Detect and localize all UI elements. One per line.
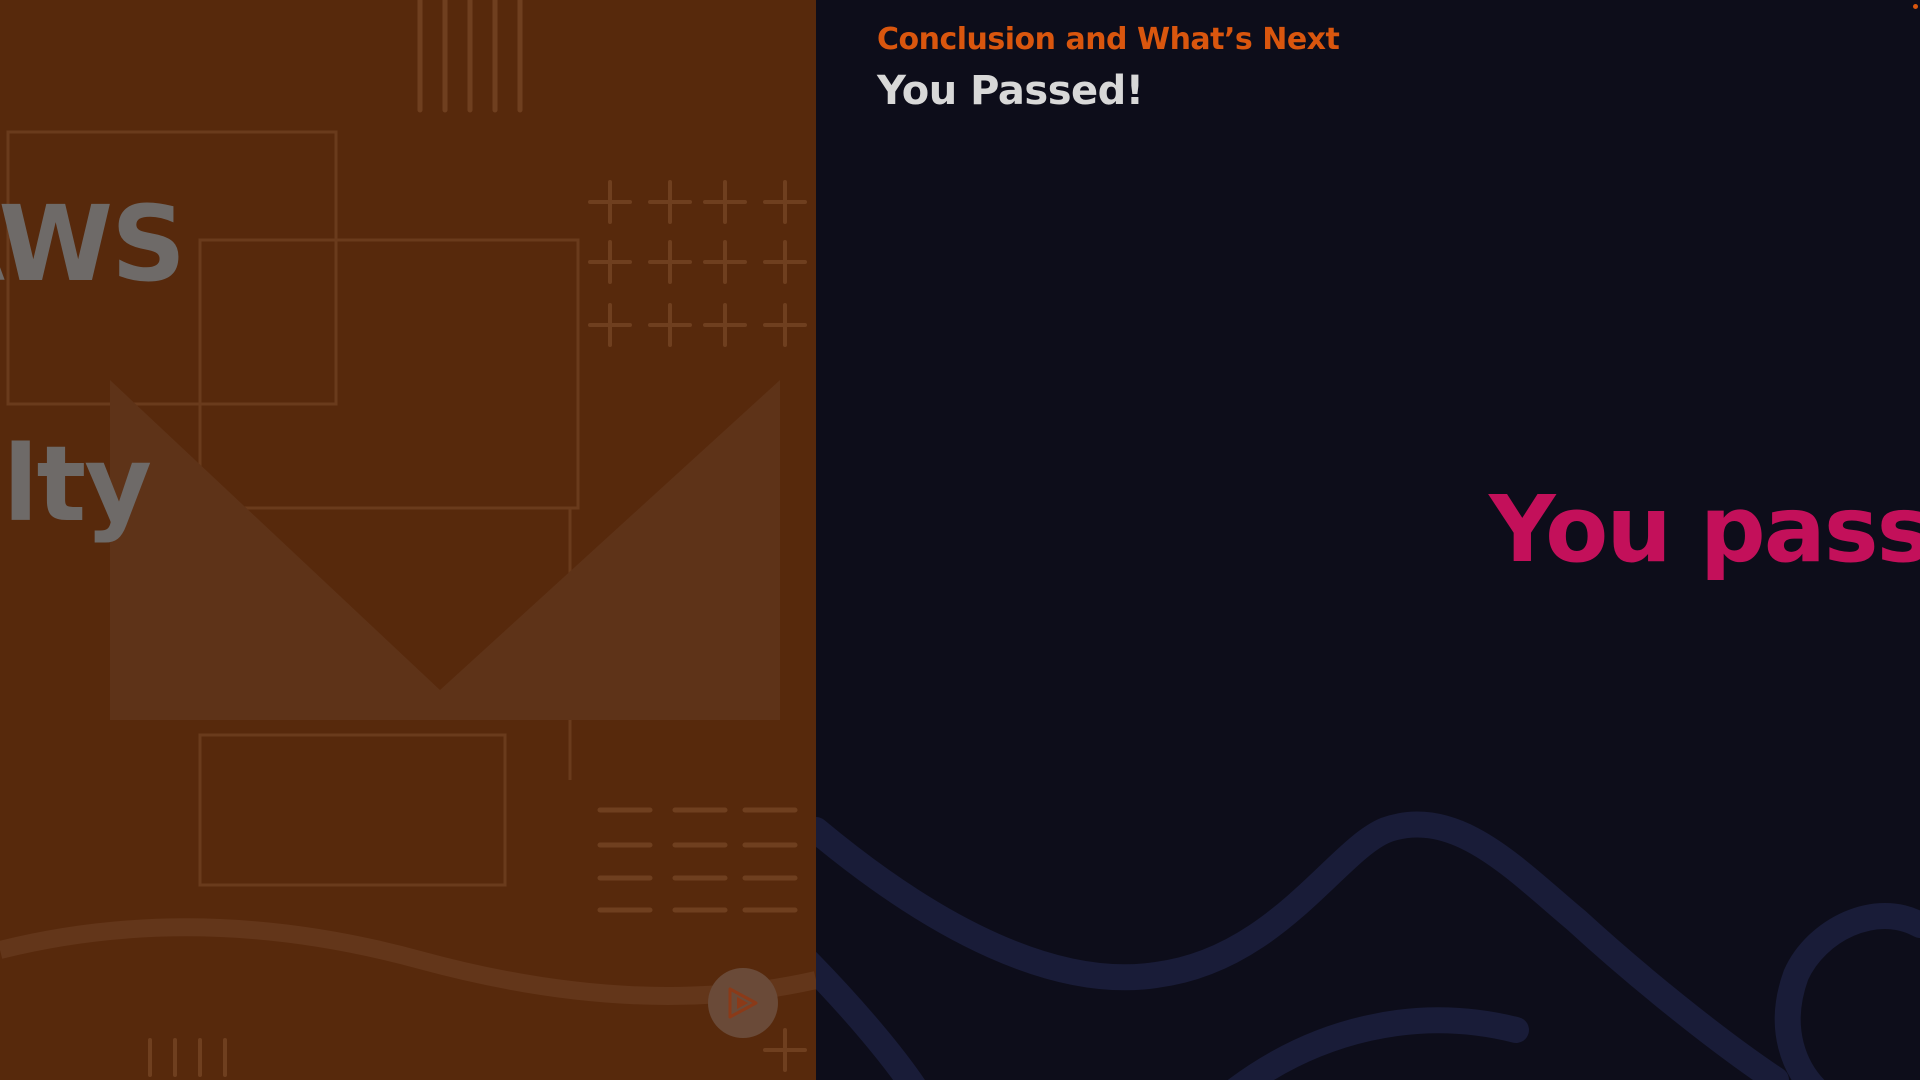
left-word-bottom: alty: [0, 423, 152, 545]
left-word-top: AWS: [0, 183, 186, 305]
play-button[interactable]: [708, 968, 778, 1038]
corner-dot: [1913, 4, 1918, 9]
play-icon: [728, 987, 758, 1019]
slide-title: You Passed!: [877, 68, 1144, 114]
section-label: Conclusion and What’s Next: [877, 22, 1340, 57]
you-passed-headline: You passe: [1489, 476, 1920, 583]
left-decorative-panel: AWS alty: [0, 0, 816, 1080]
slide-content-panel: Conclusion and What’s Next You Passed! Y…: [816, 0, 1920, 1080]
